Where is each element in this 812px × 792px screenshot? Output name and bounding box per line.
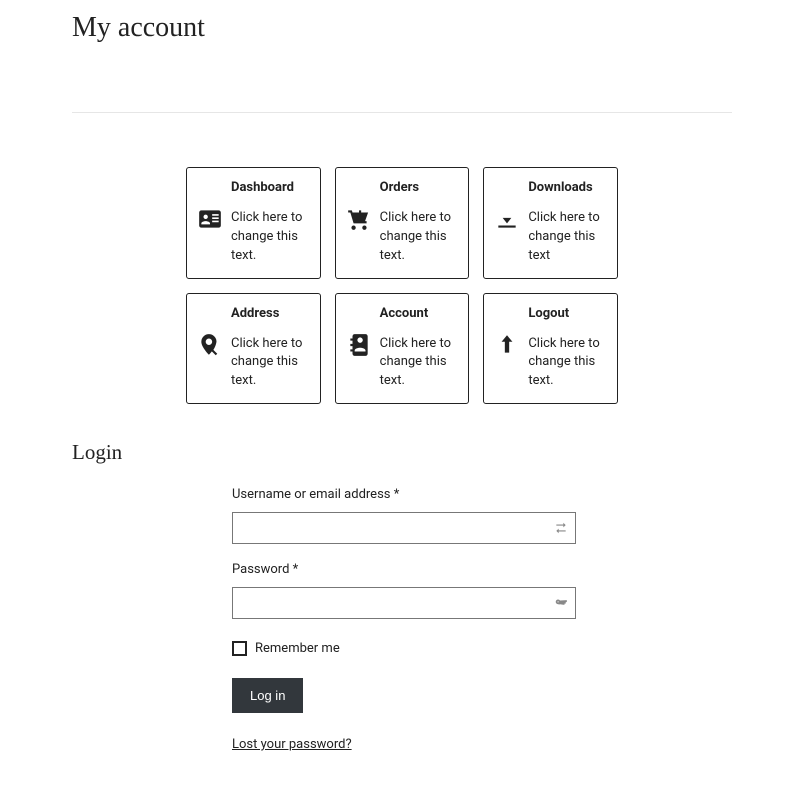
card-title: Logout — [528, 306, 607, 321]
remember-label: Remember me — [255, 641, 340, 656]
card-dashboard[interactable]: Dashboard Click here to change this text… — [186, 167, 321, 279]
card-desc: Click here to change this text. — [528, 335, 607, 392]
remember-row: Remember me — [232, 641, 576, 656]
card-title: Account — [380, 306, 459, 321]
card-title: Dashboard — [231, 180, 310, 195]
password-input[interactable] — [232, 587, 576, 619]
card-account[interactable]: Account Click here to change this text. — [335, 293, 470, 405]
remember-checkbox[interactable] — [232, 641, 247, 656]
username-input[interactable] — [232, 512, 576, 544]
contacts-icon — [346, 332, 372, 358]
input-decoration-icon — [554, 520, 568, 534]
password-label: Password * — [232, 562, 576, 577]
id-card-icon — [197, 206, 223, 232]
page-title: My account — [72, 12, 732, 44]
key-icon — [554, 595, 568, 609]
arrow-up-icon — [494, 332, 520, 358]
card-desc: Click here to change this text. — [231, 335, 310, 392]
map-pin-search-icon — [197, 332, 223, 358]
login-heading: Login — [72, 440, 732, 465]
card-logout[interactable]: Logout Click here to change this text. — [483, 293, 618, 405]
card-downloads[interactable]: Downloads Click here to change this text — [483, 167, 618, 279]
divider — [72, 112, 732, 113]
account-cards-grid: Dashboard Click here to change this text… — [186, 167, 618, 404]
username-label: Username or email address * — [232, 487, 576, 502]
cart-plus-icon — [346, 206, 372, 232]
lost-password-link[interactable]: Lost your password? — [232, 737, 352, 752]
card-title: Downloads — [528, 180, 607, 195]
login-button[interactable]: Log in — [232, 678, 303, 713]
card-desc: Click here to change this text. — [380, 335, 459, 392]
card-orders[interactable]: Orders Click here to change this text. — [335, 167, 470, 279]
download-icon — [494, 206, 520, 232]
login-form: Username or email address * Password * R… — [232, 487, 576, 752]
card-desc: Click here to change this text. — [380, 209, 459, 266]
card-title: Address — [231, 306, 310, 321]
card-title: Orders — [380, 180, 459, 195]
card-desc: Click here to change this text. — [231, 209, 310, 266]
card-address[interactable]: Address Click here to change this text. — [186, 293, 321, 405]
card-desc: Click here to change this text — [528, 209, 607, 266]
